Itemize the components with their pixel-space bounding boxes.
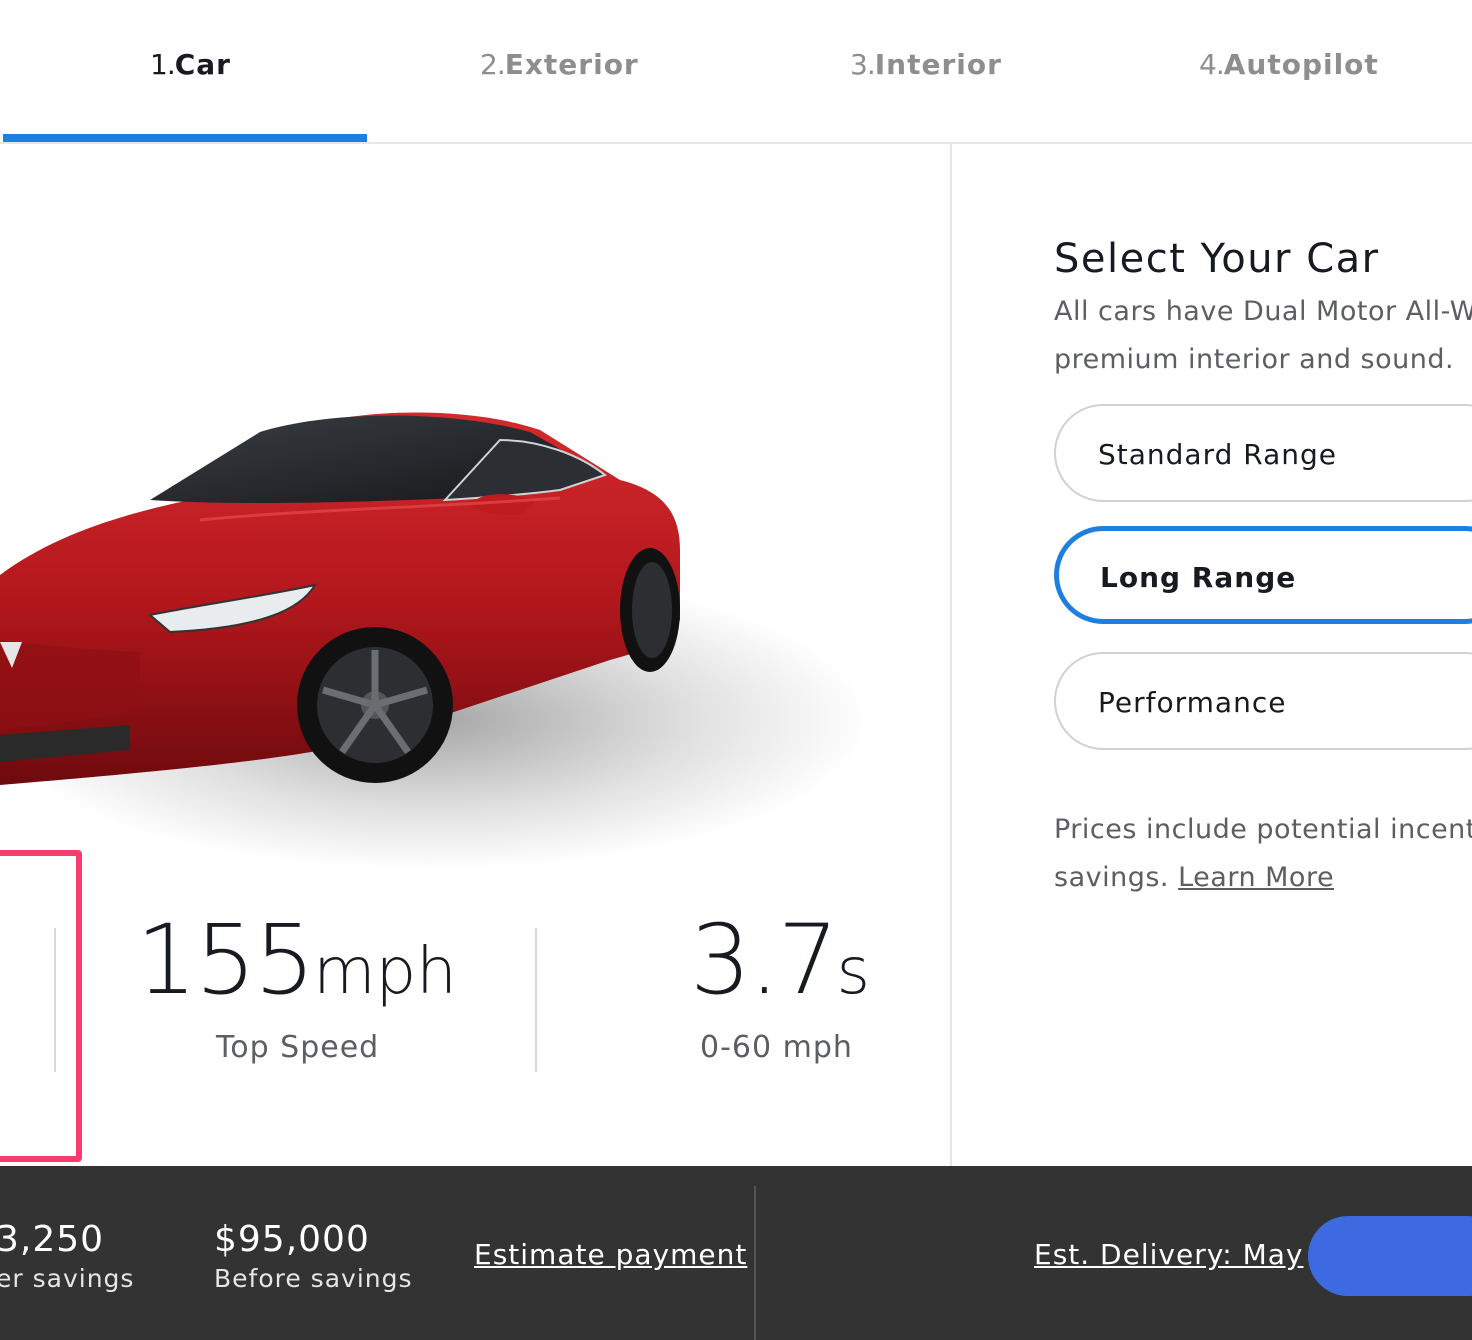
- tab-car[interactable]: 1.Car: [150, 48, 231, 88]
- tab-interior[interactable]: 3.Interior: [850, 48, 1002, 88]
- learn-more-link[interactable]: Learn More: [1178, 862, 1334, 893]
- config-description: All cars have Dual Motor All-W premium i…: [1054, 296, 1472, 375]
- car-image: [0, 380, 900, 900]
- after-savings-price: 3,250: [0, 1219, 105, 1260]
- acceleration-value: 3.7s: [690, 904, 871, 1016]
- top-speed-label: Top Speed: [216, 1030, 380, 1065]
- option-long-range[interactable]: Long Range: [1054, 526, 1472, 624]
- top-speed-value: 155mph: [136, 904, 457, 1016]
- step-navigation: 1.Car 2.Exterior 3.Interior 4.Autopilot: [0, 0, 1472, 144]
- option-standard-range[interactable]: Standard Range: [1054, 404, 1472, 502]
- prices-note: Prices include potential incent savings.…: [1054, 814, 1472, 893]
- continue-button[interactable]: [1308, 1216, 1472, 1296]
- stat-divider: [535, 928, 537, 1072]
- est-delivery-link[interactable]: Est. Delivery: May: [1034, 1238, 1303, 1271]
- before-savings-price: $95,000: [214, 1219, 370, 1260]
- after-savings-label: er savings: [0, 1264, 135, 1293]
- active-step-indicator: [3, 134, 367, 142]
- tab-autopilot[interactable]: 4.Autopilot: [1199, 48, 1379, 88]
- estimate-payment-link[interactable]: Estimate payment: [474, 1238, 747, 1271]
- option-performance[interactable]: Performance: [1054, 652, 1472, 750]
- summary-bar: 3,250 er savings $95,000 Before savings …: [0, 1166, 1472, 1340]
- panel-divider: [950, 144, 952, 1166]
- highlight-annotation-box: [0, 850, 82, 1162]
- stat-divider: [54, 928, 56, 1072]
- before-savings-label: Before savings: [214, 1264, 413, 1293]
- acceleration-label: 0-60 mph: [700, 1030, 853, 1065]
- bar-divider: [754, 1186, 756, 1340]
- page-title: Select Your Car: [1054, 236, 1380, 282]
- tab-exterior[interactable]: 2.Exterior: [480, 48, 639, 88]
